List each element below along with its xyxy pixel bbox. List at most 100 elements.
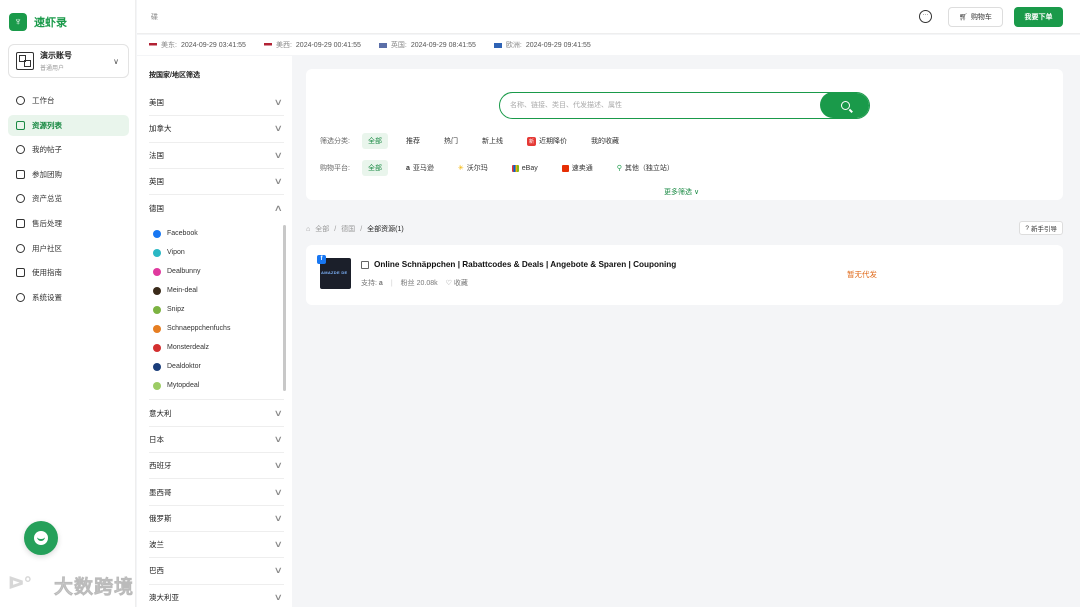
place-order-button[interactable]: 我要下单 xyxy=(1014,7,1063,27)
sidebar-item-3[interactable]: 参加团购 xyxy=(8,164,129,185)
sidebar-item-4[interactable]: 资产总览 xyxy=(8,188,129,209)
scrollbar-thumb[interactable] xyxy=(283,225,286,392)
chevron-down-icon: ∨ xyxy=(274,460,284,471)
logo-icon: ♆ xyxy=(9,13,27,31)
search-input[interactable] xyxy=(510,93,810,117)
sidebar-item-label: 系统设置 xyxy=(32,292,62,302)
country-item[interactable]: 意大利 ∨ xyxy=(149,400,284,427)
platform-item[interactable]: Monsterdealz xyxy=(153,338,284,357)
platform-chip-walmart[interactable]: ✳ 沃尔玛 xyxy=(452,160,494,176)
timezone-bar: 美东: 2024-09-29 03:41:55 美西: 2024-09-29 0… xyxy=(137,35,1080,55)
country-label: 英国 xyxy=(149,177,164,187)
platform-item[interactable]: Snipz xyxy=(153,300,284,319)
platform-item[interactable]: Facebook xyxy=(153,224,284,243)
country-label: 澳大利亚 xyxy=(149,592,179,602)
country-item[interactable]: 法国 ∨ xyxy=(149,143,284,169)
breadcrumb-country[interactable]: 德国 xyxy=(341,224,355,234)
chevron-down-icon: ∨ xyxy=(274,149,284,160)
resource-card[interactable]: AMAZDE DE f Online Schnäppchen | Rabattc… xyxy=(306,245,1063,305)
country-label: 美国 xyxy=(149,98,164,108)
favorite-button[interactable]: ♡ 收藏 xyxy=(446,278,468,288)
country-item[interactable]: 俄罗斯 ∨ xyxy=(149,506,284,532)
account-switcher[interactable]: 演示账号 普通用户 ∨ xyxy=(8,44,129,78)
country-item[interactable]: 墨西哥 ∨ xyxy=(149,479,284,506)
chevron-down-icon: ∨ xyxy=(274,512,284,523)
country-item[interactable]: 美国 ∨ xyxy=(149,90,284,117)
country-item[interactable]: 巴西 ∨ xyxy=(149,558,284,585)
facebook-icon: f xyxy=(317,255,326,264)
platform-logo-icon xyxy=(153,381,161,390)
platform-item[interactable]: Dealdoktor xyxy=(153,357,284,376)
search-icon xyxy=(840,100,850,110)
platform-chip-aliexpress[interactable]: 速卖通 xyxy=(556,160,599,176)
chevron-down-icon: ∨ xyxy=(274,433,284,444)
sidebar-item-label: 工作台 xyxy=(32,96,55,105)
platform-logo-icon xyxy=(153,229,161,238)
country-item[interactable]: 加拿大 ∨ xyxy=(149,116,284,143)
cart-button[interactable]: 🛒︎ 购物车 xyxy=(948,7,1003,27)
platform-logo-icon xyxy=(153,248,161,257)
platform-chip-all[interactable]: 全部 xyxy=(362,160,388,176)
sidebar-item-2[interactable]: 我的帖子 xyxy=(8,139,129,160)
chevron-down-icon: ∨ xyxy=(274,565,284,576)
cart-icon: 🛒︎ xyxy=(959,14,968,21)
resource-title[interactable]: Online Schnäppchen | Rabattcodes & Deals… xyxy=(361,260,676,269)
sidebar-item-5[interactable]: 售后处理 xyxy=(8,213,129,234)
platform-chip-other[interactable]: ⚲ 其他（独立站） xyxy=(611,160,680,176)
account-icon xyxy=(16,52,34,70)
category-chip-hot[interactable]: 热门 xyxy=(438,133,464,149)
amazon-icon: a xyxy=(378,280,383,287)
chevron-down-icon: ∨ xyxy=(113,57,119,66)
country-item[interactable]: 日本 ∨ xyxy=(149,427,284,454)
app-logo[interactable]: ♆ 速虾录 xyxy=(9,13,67,31)
breadcrumb: ⌂ 全部 / 德国 / 全部资源(1) ? 新手引导 xyxy=(306,221,1063,236)
new-badge: 新 xyxy=(527,136,537,146)
uk-flag-icon xyxy=(378,42,387,48)
platform-sub-list: Facebook Vipon Dealbunny Mein-deal Snipz Schn… xyxy=(149,221,286,401)
country-label: 俄罗斯 xyxy=(149,513,172,523)
country-item[interactable]: 西班牙 ∨ xyxy=(149,453,284,480)
sidebar-item-0[interactable]: 工作台 xyxy=(8,90,129,111)
sidebar-item-1[interactable]: 资源列表 xyxy=(8,114,129,136)
sidebar-item-label: 资源列表 xyxy=(32,120,62,130)
search-button[interactable] xyxy=(820,93,869,118)
platform-item[interactable]: Mytopdeal xyxy=(153,376,284,395)
platform-chip-ebay[interactable]: eBay xyxy=(506,160,544,176)
sidebar-item-6[interactable]: 用户社区 xyxy=(8,238,129,259)
message-icon[interactable]: ··· xyxy=(919,10,932,23)
platform-item[interactable]: Schnaeppchenfuchs xyxy=(153,319,284,338)
country-label: 德国 xyxy=(149,203,164,213)
category-chip-all[interactable]: 全部 xyxy=(362,133,388,149)
country-item[interactable]: 德国 ∧ xyxy=(149,195,284,221)
ebay-icon xyxy=(511,164,519,172)
platform-chip-amazon[interactable]: a 亚马逊 xyxy=(400,160,440,176)
sidebar-item-8[interactable]: 系统设置 xyxy=(8,287,129,308)
country-label: 巴西 xyxy=(149,566,164,576)
category-chip-favorites[interactable]: 我的收藏 xyxy=(585,133,625,149)
country-item[interactable]: 英国 ∨ xyxy=(149,169,284,196)
sidebar-item-7[interactable]: 使用指南 xyxy=(8,262,129,283)
sidebar-item-label: 售后处理 xyxy=(32,218,62,228)
breadcrumb-root[interactable]: 全部 xyxy=(315,224,329,234)
country-item[interactable]: 澳大利亚 ∨ xyxy=(149,585,284,607)
guide-button[interactable]: ? 新手引导 xyxy=(1019,221,1063,235)
category-chip-price-drop[interactable]: 新 近期降价 xyxy=(521,133,573,149)
timezone-us-east: 美东: 2024-09-29 03:41:55 xyxy=(149,40,246,50)
category-chip-recommended[interactable]: 推荐 xyxy=(400,133,426,149)
category-chip-new[interactable]: 新上线 xyxy=(476,133,509,149)
chevron-down-icon: ∨ xyxy=(274,539,284,550)
timezone-us-west: 美西: 2024-09-29 00:41:55 xyxy=(263,40,361,50)
sidebar-item-label: 使用指南 xyxy=(32,268,62,278)
post-icon xyxy=(16,145,25,155)
platform-item[interactable]: Dealbunny xyxy=(153,262,284,281)
pin-icon: ⚲ xyxy=(616,165,622,172)
platform-item[interactable]: Vipon xyxy=(153,243,284,262)
support-chat-button[interactable] xyxy=(24,521,58,555)
breadcrumb-separator: / xyxy=(360,225,363,233)
country-label: 加拿大 xyxy=(149,124,172,134)
country-item[interactable]: 波兰 ∨ xyxy=(149,532,284,559)
platform-logo-icon xyxy=(153,267,161,276)
timezone-uk: 英国: 2024-09-29 08:41:55 xyxy=(378,40,476,50)
platform-item[interactable]: Mein-deal xyxy=(153,281,284,300)
more-filters-link[interactable]: 更多筛选 ∨ xyxy=(664,187,699,197)
